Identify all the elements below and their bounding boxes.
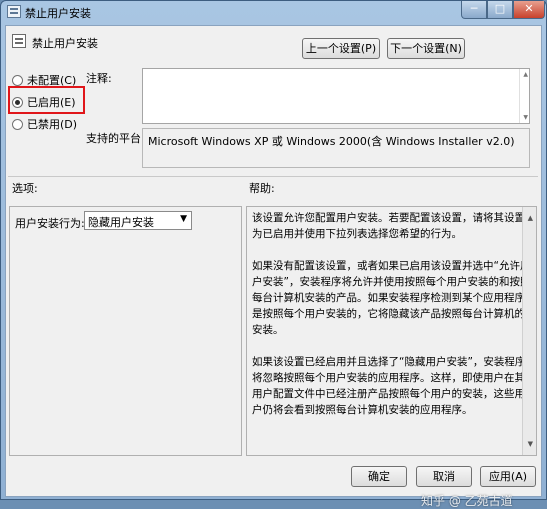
install-behavior-label: 用户安装行为: xyxy=(15,217,85,230)
setting-icon xyxy=(12,34,26,48)
install-behavior-select[interactable]: 隐藏用户安装 ▼ xyxy=(84,211,192,230)
scroll-up-icon[interactable]: ▲ xyxy=(523,71,528,78)
cancel-button[interactable]: 取消 xyxy=(416,466,472,487)
next-setting-button[interactable]: 下一个设置(N) xyxy=(387,38,465,59)
radio-not-configured[interactable]: 未配置(C) xyxy=(12,72,76,88)
comment-scrollbar[interactable]: ▲ ▼ xyxy=(519,69,529,123)
comment-textarea[interactable]: ▲ ▼ xyxy=(142,68,530,124)
comment-label: 注释: xyxy=(86,72,112,85)
watermark: 知乎 @ 乙苑古道 xyxy=(421,494,513,508)
dialog-body: 禁止用户安装 上一个设置(P) 下一个设置(N) 未配置(C) 已启用(E) 已… xyxy=(5,25,542,508)
select-value: 隐藏用户安装 xyxy=(88,216,154,229)
radio-label: 已禁用(D) xyxy=(27,118,78,131)
minimize-button[interactable]: ─ xyxy=(461,1,487,19)
title-bar[interactable]: 禁止用户安装 ─ □ ✕ xyxy=(1,1,546,23)
help-section-label: 帮助: xyxy=(249,182,275,195)
dropdown-arrow-icon[interactable]: ▼ xyxy=(180,214,187,224)
radio-label: 未配置(C) xyxy=(27,74,77,87)
help-paragraph: 如果没有配置该设置，或者如果已启用该设置并选中“允许用户安装”，安装程序将允许并… xyxy=(252,260,531,336)
close-button[interactable]: ✕ xyxy=(513,1,545,19)
platform-value: Microsoft Windows XP 或 Windows 2000(含 Wi… xyxy=(142,128,530,168)
platform-label: 支持的平台: xyxy=(86,132,145,145)
ok-button[interactable]: 确定 xyxy=(351,466,407,487)
radio-circle[interactable] xyxy=(12,118,23,130)
radio-circle[interactable] xyxy=(12,74,23,86)
scroll-down-icon[interactable]: ▼ xyxy=(528,436,533,452)
options-panel: 用户安装行为: 隐藏用户安装 ▼ xyxy=(9,206,242,456)
radio-disabled[interactable]: 已禁用(D) xyxy=(12,116,77,132)
radio-circle[interactable] xyxy=(12,96,23,108)
help-scrollbar[interactable]: ▲ ▼ xyxy=(522,207,536,455)
scroll-up-icon[interactable]: ▲ xyxy=(528,210,533,226)
dialog-window: 禁止用户安装 ─ □ ✕ 禁止用户安装 上一个设置(P) 下一个设置(N) 未配… xyxy=(0,0,547,508)
radio-label: 已启用(E) xyxy=(27,96,76,109)
options-section-label: 选项: xyxy=(12,182,38,195)
divider xyxy=(8,176,538,177)
help-paragraph: 该设置允许您配置用户安装。若要配置该设置，请将其设置为已启用并使用下拉列表选择您… xyxy=(252,212,525,240)
previous-setting-button[interactable]: 上一个设置(P) xyxy=(302,38,380,59)
radio-enabled[interactable]: 已启用(E) xyxy=(12,94,76,110)
apply-button[interactable]: 应用(A) xyxy=(480,466,536,487)
maximize-button[interactable]: □ xyxy=(487,1,513,19)
setting-title: 禁止用户安装 xyxy=(32,37,98,50)
window-title: 禁止用户安装 xyxy=(25,7,91,20)
help-paragraph: 如果该设置已经启用并且选择了“隐藏用户安装”，安装程序将忽略按照每个用户安装的应… xyxy=(252,356,526,416)
help-panel: 该设置允许您配置用户安装。若要配置该设置，请将其设置为已启用并使用下拉列表选择您… xyxy=(246,206,537,456)
policy-icon xyxy=(7,5,21,18)
scroll-down-icon[interactable]: ▼ xyxy=(523,114,528,121)
